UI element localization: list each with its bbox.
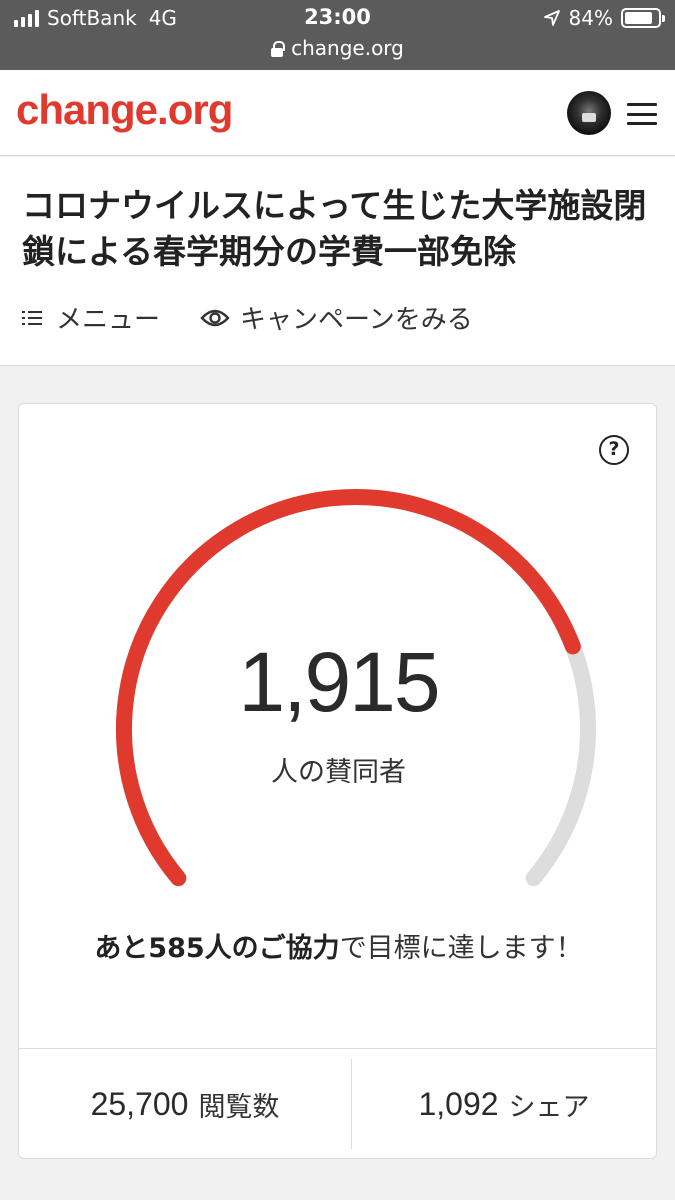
location-arrow-icon <box>543 10 560 26</box>
shares-stat: 1,092 シェア <box>352 1048 656 1160</box>
page-title: コロナウイルスによって生じた大学施設閉鎖による春学期分の学費一部免除 <box>22 186 647 271</box>
views-label: 閲覧数 <box>198 1091 280 1123</box>
list-icon <box>22 310 42 326</box>
change-org-logo[interactable]: change.org <box>16 86 233 134</box>
url-domain: change.org <box>291 36 404 60</box>
hamburger-menu-icon[interactable] <box>627 103 657 125</box>
battery-percent: 84% <box>568 6 613 30</box>
lock-icon <box>271 40 286 57</box>
goal-rest: で目標に達します！ <box>339 933 583 964</box>
status-bar: SoftBank 4G 23:00 84% change.org <box>0 0 675 70</box>
shares-label: シェア <box>508 1091 590 1123</box>
petition-subnav: メニュー キャンペーンをみる <box>22 299 473 336</box>
goal-remaining: あと585人のご協力 <box>94 933 340 964</box>
views-stat: 25,700 閲覧数 <box>19 1048 351 1160</box>
signature-count-label: 人の賛同者 <box>271 757 406 788</box>
signature-card: ? 1,915 人の賛同者 あと585人のご協力で目標に達します！ 25,700… <box>18 403 657 1159</box>
menu-link[interactable]: メニュー <box>56 299 160 336</box>
goal-message: あと585人のご協力で目標に達します！ <box>79 924 598 974</box>
eye-icon <box>200 309 230 326</box>
battery-icon <box>621 8 665 28</box>
view-campaign-link[interactable]: キャンペーンをみる <box>240 299 473 336</box>
avatar[interactable] <box>567 91 611 135</box>
petition-header: コロナウイルスによって生じた大学施設閉鎖による春学期分の学費一部免除 メニュー … <box>0 157 675 366</box>
site-header: change.org <box>0 70 675 156</box>
signature-count: 1,915 <box>238 635 440 729</box>
views-count: 25,700 <box>90 1085 189 1122</box>
shares-count: 1,092 <box>418 1085 499 1122</box>
url-bar[interactable]: change.org <box>0 36 675 60</box>
